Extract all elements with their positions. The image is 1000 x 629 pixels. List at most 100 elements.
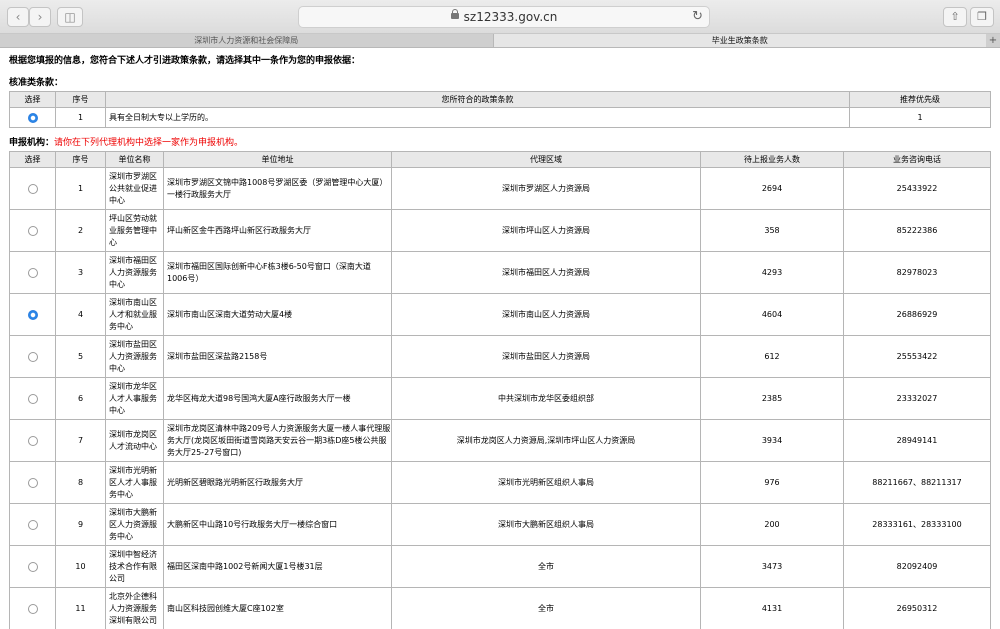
row-name: 坪山区劳动就业服务管理中心 <box>105 209 164 252</box>
row-name: 深圳市福田区人力资源服务中心 <box>105 251 164 294</box>
forward-button[interactable]: › <box>29 7 51 27</box>
row-phone: 88211667、88211317 <box>843 461 991 504</box>
agency-row[interactable]: 5 深圳市盐田区人力资源服务中心 深圳市盐田区深盐路2158号 深圳市盐田区人力资源局… <box>9 335 991 378</box>
row-index: 2 <box>55 209 106 252</box>
agency-row[interactable]: 8 深圳市光明新区人才人事服务中心 光明新区碧眼路光明新区行政服务大厅 深圳市光明新区… <box>9 461 991 504</box>
agency-row[interactable]: 3 深圳市福田区人力资源服务中心 深圳市福田区国际创新中心F栋3楼6-50号窗口（深… <box>9 251 991 294</box>
agency-header-row: 选择 序号 单位名称 单位地址 代理区域 待上报业务人数 业务咨询电话 <box>9 151 991 168</box>
agency-row[interactable]: 7 深圳市龙岗区人才流动中心 深圳市龙岗区清林中路209号人力资源服务大厦一楼人事代… <box>9 419 991 462</box>
tab-hrss[interactable]: 深圳市人力资源和社会保障局 <box>0 34 493 47</box>
agency-row[interactable]: 2 坪山区劳动就业服务管理中心 坪山新区金牛西路坪山新区行政服务大厅 深圳市坪山区人力… <box>9 209 991 252</box>
select-radio[interactable] <box>27 183 38 194</box>
policy-section-title: 核准类条款： <box>9 78 64 88</box>
row-phone: 28949141 <box>843 419 991 462</box>
col-clause: 您所符合的政策条款 <box>105 91 850 108</box>
row-clause: 具有全日制大专以上学历的。 <box>105 107 850 128</box>
row-region: 深圳市罗湖区人力资源局 <box>391 167 701 210</box>
share-icon: ⇧ <box>950 10 960 23</box>
row-region: 深圳市光明新区组织人事局 <box>391 461 701 504</box>
row-index: 6 <box>55 377 106 420</box>
row-index: 8 <box>55 461 106 504</box>
col-phone: 业务咨询电话 <box>843 151 991 168</box>
row-index: 10 <box>55 545 106 588</box>
col-name: 单位名称 <box>105 151 164 168</box>
select-radio[interactable] <box>27 309 38 320</box>
col-address: 单位地址 <box>163 151 392 168</box>
select-radio[interactable] <box>27 603 38 614</box>
row-name: 深圳中智经济技术合作有限公司 <box>105 545 164 588</box>
agency-row[interactable]: 11 北京外企德科人力资源服务深圳有限公司 南山区科技园创维大厦C座102室 全市 41… <box>9 587 991 629</box>
row-index: 4 <box>55 293 106 336</box>
row-count: 358 <box>700 209 844 252</box>
row-name: 深圳市盐田区人力资源服务中心 <box>105 335 164 378</box>
row-count: 3934 <box>700 419 844 462</box>
select-cell <box>9 107 56 128</box>
row-phone: 82092409 <box>843 545 991 588</box>
select-cell <box>9 587 56 629</box>
row-address: 龙华区梅龙大道98号国鸿大厦A座行政服务大厅一楼 <box>163 377 392 420</box>
row-address: 福田区深南中路1002号新闻大厦1号楼31层 <box>163 545 392 588</box>
row-region: 深圳市坪山区人力资源局 <box>391 209 701 252</box>
row-phone: 26886929 <box>843 293 991 336</box>
chevron-right-icon: › <box>37 10 43 24</box>
agency-title-label: 申报机构： <box>9 138 55 148</box>
row-count: 976 <box>700 461 844 504</box>
row-phone: 23332027 <box>843 377 991 420</box>
agency-row[interactable]: 6 深圳市龙华区人才人事服务中心 龙华区梅龙大道98号国鸿大厦A座行政服务大厅一楼中… <box>9 377 991 420</box>
sidebar-button[interactable]: ◫ <box>57 7 83 27</box>
select-radio[interactable] <box>27 393 38 404</box>
select-radio[interactable] <box>27 112 38 123</box>
col-region: 代理区域 <box>391 151 701 168</box>
agency-row[interactable]: 10 深圳中智经济技术合作有限公司 福田区深南中路1002号新闻大厦1号楼31层 全市… <box>9 545 991 588</box>
row-phone: 82978023 <box>843 251 991 294</box>
row-count: 200 <box>700 503 844 546</box>
row-address: 深圳市南山区深南大道劳动大厦4楼 <box>163 293 392 336</box>
reload-icon[interactable]: ↻ <box>692 7 703 27</box>
row-index: 1 <box>55 167 106 210</box>
row-count: 4131 <box>700 587 844 629</box>
agency-table: 选择 序号 单位名称 单位地址 代理区域 待上报业务人数 业务咨询电话 1 深圳市… <box>9 151 991 629</box>
row-region: 深圳市盐田区人力资源局 <box>391 335 701 378</box>
back-button[interactable]: ‹ <box>7 7 29 27</box>
chevron-left-icon: ‹ <box>15 10 21 24</box>
row-address: 深圳市福田区国际创新中心F栋3楼6-50号窗口（深南大道1006号） <box>163 251 392 294</box>
share-button[interactable]: ⇧ <box>943 7 967 27</box>
plus-icon[interactable]: + <box>986 34 1000 47</box>
select-cell <box>9 209 56 252</box>
select-radio[interactable] <box>27 561 38 572</box>
select-radio[interactable] <box>27 477 38 488</box>
intro-text: 根据您填报的信息，您符合下述人才引进政策条款，请选择其中一条作为您的申报依据： <box>9 56 361 66</box>
agency-row[interactable]: 1 深圳市罗湖区公共就业促进中心 深圳市罗湖区文锦中路1008号罗湖区委（罗湖管理中… <box>9 167 991 210</box>
row-phone: 26950312 <box>843 587 991 629</box>
row-address: 光明新区碧眼路光明新区行政服务大厅 <box>163 461 392 504</box>
row-count: 4293 <box>700 251 844 294</box>
tab-graduate-policy[interactable]: 毕业生政策条款 <box>492 34 986 47</box>
row-phone: 25433922 <box>843 167 991 210</box>
row-region: 全市 <box>391 545 701 588</box>
row-address: 深圳市罗湖区文锦中路1008号罗湖区委（罗湖管理中心大厦）一楼行政服务大厅 <box>163 167 392 210</box>
address-bar[interactable]: sz12333.gov.cn ↻ <box>298 6 710 28</box>
row-index: 11 <box>55 587 106 629</box>
row-phone: 28333161、28333100 <box>843 503 991 546</box>
row-index: 7 <box>55 419 106 462</box>
row-index: 1 <box>55 107 106 128</box>
agency-row[interactable]: 9 深圳市大鹏新区人力资源服务中心 大鹏新区中山路10号行政服务大厅一楼综合窗口 深圳… <box>9 503 991 546</box>
select-radio[interactable] <box>27 225 38 236</box>
select-radio[interactable] <box>27 267 38 278</box>
row-region: 中共深圳市龙华区委组织部 <box>391 377 701 420</box>
row-priority: 1 <box>849 107 991 128</box>
row-name: 北京外企德科人力资源服务深圳有限公司 <box>105 587 164 629</box>
page-content: 根据您填报的信息，您符合下述人才引进政策条款，请选择其中一条作为您的申报依据： … <box>0 54 1000 629</box>
row-count: 3473 <box>700 545 844 588</box>
select-radio[interactable] <box>27 519 38 530</box>
agency-row[interactable]: 4 深圳市南山区人才和就业服务中心 深圳市南山区深南大道劳动大厦4楼 深圳市南山区人力… <box>9 293 991 336</box>
row-region: 全市 <box>391 587 701 629</box>
row-count: 2385 <box>700 377 844 420</box>
policy-row[interactable]: 1 具有全日制大专以上学历的。 1 <box>9 107 991 128</box>
select-radio[interactable] <box>27 351 38 362</box>
tabs-button[interactable]: ❐ <box>970 7 994 27</box>
col-priority: 推荐优先级 <box>849 91 991 108</box>
row-address: 坪山新区金牛西路坪山新区行政服务大厅 <box>163 209 392 252</box>
select-radio[interactable] <box>27 435 38 446</box>
select-cell <box>9 293 56 336</box>
